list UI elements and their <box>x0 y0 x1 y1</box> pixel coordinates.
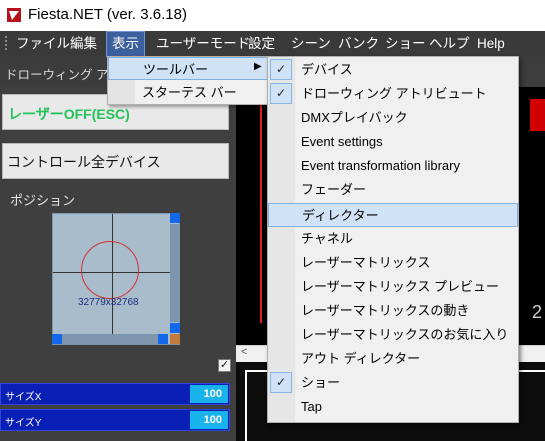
menu-view[interactable]: 表示 <box>106 31 145 57</box>
pad-vertical-scrollbar[interactable] <box>170 224 180 322</box>
toolbar-submenu-item-channel[interactable]: チャネル <box>268 227 518 251</box>
toolbar-submenu-item-dmx-playback[interactable]: DMXプレイバック <box>268 106 518 130</box>
pad-checkbox[interactable]: ✓ <box>218 359 231 372</box>
pad-corner-marker <box>170 334 180 344</box>
toolbar-submenu-item-director[interactable]: ディレクター <box>268 203 518 227</box>
toolbar-submenu-item-show[interactable]: ショー <box>268 371 518 395</box>
laser-off-label: レーザーOFF(ESC) <box>8 106 130 122</box>
toolbar-submenu-item-drawing-attribute[interactable]: ドローウィング アトリビュート <box>268 82 518 106</box>
toolbar-submenu-item-event-settings[interactable]: Event settings <box>268 130 518 154</box>
toolbar-submenu-item-tap[interactable]: Tap <box>268 395 518 419</box>
menu-help[interactable]: Help <box>471 31 511 57</box>
toolbar-submenu-item-device[interactable]: デバイス <box>268 58 518 82</box>
check-icon: ✓ <box>270 372 292 393</box>
position-label: ポジション <box>10 193 76 208</box>
toolbar-submenu-item-laser-matrix-favorites[interactable]: レーザーマトリックスのお気に入り <box>268 323 518 347</box>
menu-grip-icon[interactable] <box>5 36 7 52</box>
size-y-slider[interactable]: サイズY 100 <box>0 409 230 431</box>
pad-circle <box>81 241 139 299</box>
toolbar-submenu-item-event-transformation-library[interactable]: Event transformation library <box>268 154 518 178</box>
toolbar-submenu-item-laser-matrix-motion[interactable]: レーザーマトリックスの動き <box>268 299 518 323</box>
submenu-arrow-icon: ▶ <box>254 61 262 72</box>
laser-boundary-block <box>530 99 545 131</box>
size-y-value[interactable]: 100 <box>190 411 228 429</box>
canvas-digit: 2 <box>532 302 543 322</box>
size-x-slider[interactable]: サイズX 100 <box>0 383 230 405</box>
pad-corner-handle[interactable] <box>52 334 62 344</box>
check-icon: ✓ <box>270 83 292 104</box>
control-all-devices-label: コントロール全デバイス <box>7 154 161 170</box>
toolbar-submenu-item-fader[interactable]: フェーダー <box>268 178 518 202</box>
toolbar-submenu-item-laser-matrix[interactable]: レーザーマトリックス <box>268 251 518 275</box>
pad-horizontal-scrollbar[interactable] <box>62 334 168 344</box>
menu-edit[interactable]: 編集 <box>64 31 103 57</box>
check-icon: ✓ <box>270 59 292 80</box>
laser-boundary-line <box>260 99 262 323</box>
pad-corner-handle[interactable] <box>170 323 180 333</box>
toolbar-submenu-item-out-director[interactable]: アウト ディレクター <box>268 347 518 371</box>
view-menu-status-bar[interactable]: スターテス バー <box>108 81 268 104</box>
size-x-value[interactable]: 100 <box>190 385 228 403</box>
pad-corner-handle[interactable] <box>170 213 180 223</box>
size-y-label: サイズY <box>5 418 42 429</box>
view-menu-toolbar[interactable]: ツールバー <box>108 57 268 80</box>
app-logo-icon <box>7 8 21 22</box>
size-x-label: サイズX <box>5 392 42 403</box>
pad-corner-handle[interactable] <box>158 334 168 344</box>
window-title: Fiesta.NET (ver. 3.6.18) <box>28 6 187 23</box>
position-readout: 32779x32768 <box>78 297 139 308</box>
toolbar-submenu-item-laser-matrix-preview[interactable]: レーザーマトリックス プレビュー <box>268 275 518 299</box>
menu-settings[interactable]: 設定 <box>242 31 281 57</box>
menu-scene[interactable]: シーン <box>285 31 337 57</box>
scroll-left-arrow-icon[interactable]: < <box>241 346 247 358</box>
menu-user-mode[interactable]: ユーザーモード <box>150 31 256 57</box>
menu-help-jp[interactable]: ヘルプ <box>423 31 476 57</box>
menu-bank[interactable]: バンク <box>332 31 385 57</box>
